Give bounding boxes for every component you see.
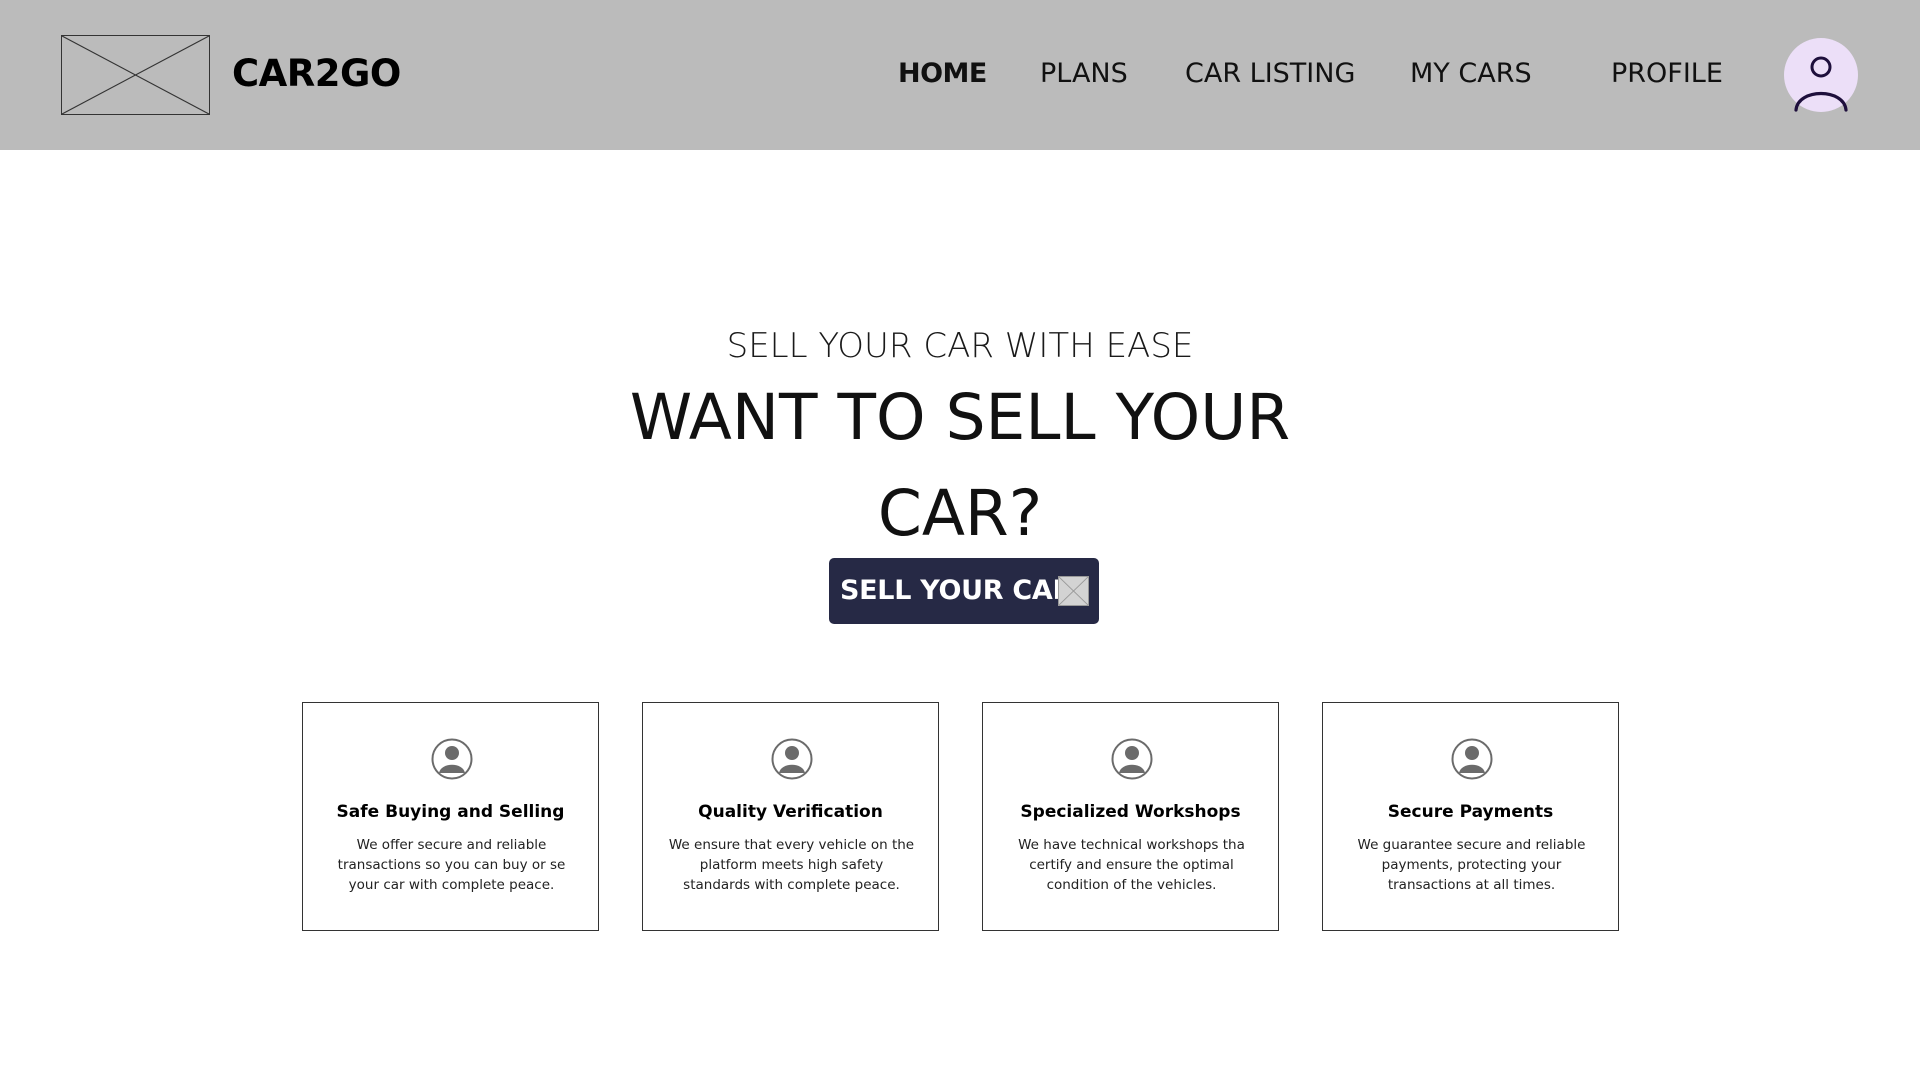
user-icon [1794,56,1848,112]
hero-title: WANT TO SELL YOUR CAR? [560,370,1360,562]
feature-title: Secure Payments [1387,802,1554,822]
person-icon [431,738,473,780]
feature-text: We have technical workshops tha certify … [1018,837,1245,893]
hero-title-line-1: WANT TO SELL YOUR [629,381,1291,454]
sell-your-car-button[interactable]: SELL YOUR CAR [829,558,1099,624]
feature-text: We ensure that every vehicle on the plat… [668,837,915,893]
feature-card-quality-verification: Quality Verification We ensure that ever… [642,702,939,931]
nav-plans[interactable]: PLANS [1040,56,1128,92]
brand-name[interactable]: CAR2GO [232,52,401,96]
hero-title-line-2: CAR? [877,477,1043,550]
feature-title: Quality Verification [698,802,883,822]
nav-car-listing[interactable]: CAR LISTING [1185,56,1355,92]
person-icon [1451,738,1493,780]
feature-text: We guarantee secure and reliable payment… [1357,837,1586,893]
nav-my-cars[interactable]: MY CARS [1410,56,1532,92]
feature-card-safe-buying: Safe Buying and Selling We offer secure … [302,702,599,931]
image-placeholder-icon [1058,576,1089,606]
person-icon [771,738,813,780]
user-avatar-button[interactable] [1784,38,1858,112]
person-icon [1111,738,1153,780]
top-navbar: CAR2GO HOME PLANS CAR LISTING MY CARS PR… [0,0,1920,150]
page: CAR2GO HOME PLANS CAR LISTING MY CARS PR… [0,0,1920,1080]
logo-image-placeholder-icon[interactable] [61,35,210,115]
hero-kicker: SELL YOUR CAR WITH EASE [726,326,1194,366]
feature-card-secure-payments: Secure Payments We guarantee secure and … [1322,702,1619,931]
nav-home[interactable]: HOME [898,56,987,92]
feature-title: Specialized Workshops [1020,802,1241,822]
nav-profile[interactable]: PROFILE [1611,56,1723,92]
feature-card-specialized-workshops: Specialized Workshops We have technical … [982,702,1279,931]
feature-title: Safe Buying and Selling [336,802,565,822]
sell-your-car-label: SELL YOUR CAR [840,575,1073,606]
feature-text: We offer secure and reliable transaction… [337,837,566,893]
